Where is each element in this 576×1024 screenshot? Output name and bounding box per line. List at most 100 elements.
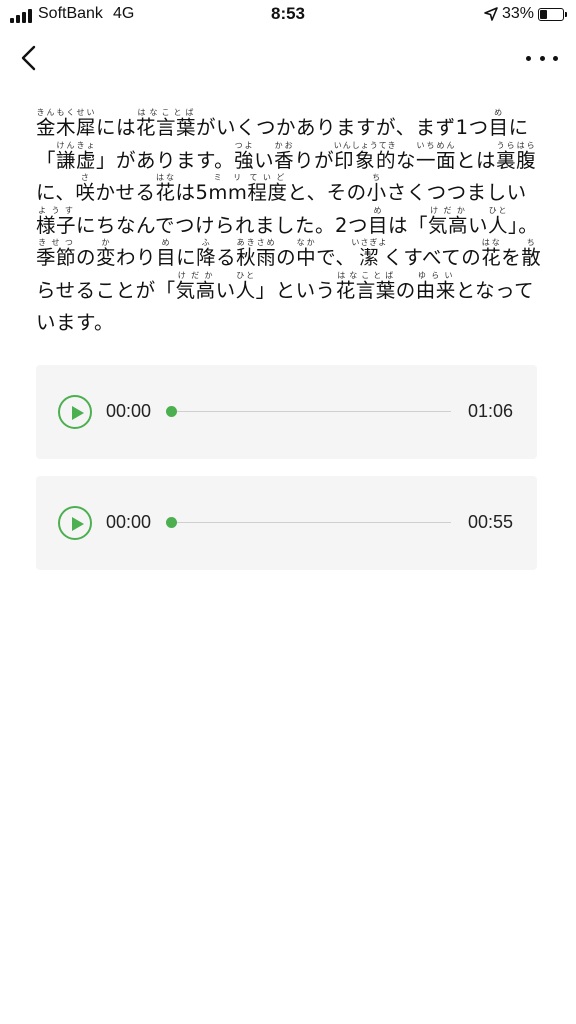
furigana: さ bbox=[75, 173, 96, 182]
play-icon[interactable] bbox=[58, 395, 92, 429]
furigana: はなことば bbox=[335, 270, 396, 280]
text-run: 「 bbox=[407, 213, 428, 237]
ruby-word: 人ひと bbox=[235, 270, 256, 302]
status-bar: SoftBank 4G 8:53 33% bbox=[0, 0, 576, 32]
furigana: いさぎよ bbox=[351, 238, 388, 247]
text-run: に bbox=[176, 246, 197, 269]
ellipsis-icon bbox=[526, 55, 531, 61]
back-button[interactable] bbox=[14, 42, 46, 74]
ruby-word: 気高けだか bbox=[175, 270, 216, 302]
text-run: さくつつ bbox=[386, 181, 467, 204]
current-time: 00:00 bbox=[106, 512, 152, 532]
furigana: けだか bbox=[175, 270, 216, 280]
nav-bar bbox=[0, 36, 576, 80]
ruby-word: 変か bbox=[96, 238, 117, 269]
furigana: ようす bbox=[36, 205, 76, 215]
ruby-word: 花言葉はなことば bbox=[136, 108, 197, 139]
audio-player: 00:00 01:06 bbox=[36, 365, 537, 459]
furigana: め bbox=[488, 108, 509, 117]
current-time: 00:00 bbox=[106, 401, 152, 421]
text-run: 「 bbox=[36, 148, 57, 172]
furigana: はな bbox=[155, 173, 176, 182]
ruby-word: 印象的いんしょうてき bbox=[333, 140, 397, 172]
text-run: に、 bbox=[36, 181, 76, 204]
text-run: の bbox=[276, 246, 297, 269]
furigana: ひと bbox=[488, 205, 509, 215]
furigana: うらはら bbox=[496, 140, 537, 150]
text-run: ましい bbox=[466, 181, 527, 204]
furigana: はな bbox=[481, 238, 502, 247]
article-paragraph: 金木犀きんもくせいには花言葉はなことばがいくつかありますが、まず1つ目めに「謙虚… bbox=[36, 108, 542, 340]
ruby-word: 目め bbox=[367, 205, 388, 237]
progress-knob[interactable] bbox=[166, 406, 177, 417]
furigana: ミリ bbox=[208, 173, 248, 182]
ruby-word: 金木犀きんもくせい bbox=[36, 108, 97, 139]
text-run: を bbox=[501, 246, 522, 269]
ruby-word: mmミリ bbox=[208, 173, 248, 204]
furigana: はなことば bbox=[136, 108, 197, 117]
location-arrow-icon bbox=[484, 7, 498, 21]
text-run: がいくつかありますが、まず1つ bbox=[196, 116, 489, 139]
ruby-word: 秋雨あきさめ bbox=[236, 238, 277, 269]
furigana: め bbox=[156, 238, 177, 247]
ruby-word: 裏腹うらはら bbox=[496, 140, 537, 172]
furigana: かお bbox=[274, 140, 295, 150]
ruby-word: 目め bbox=[156, 238, 177, 269]
ruby-word: 中なか bbox=[296, 238, 317, 269]
furigana: か bbox=[96, 238, 117, 247]
ruby-word: 潔いさぎよ bbox=[351, 238, 388, 269]
furigana: けんきょ bbox=[56, 140, 97, 150]
text-run: い bbox=[254, 148, 275, 172]
battery-icon bbox=[538, 7, 567, 21]
text-run: の bbox=[395, 278, 416, 302]
furigana: ち bbox=[521, 238, 542, 247]
ruby-word: 由来ゆらい bbox=[415, 270, 456, 302]
furigana: ていど bbox=[247, 173, 288, 182]
ruby-word: 香かお bbox=[274, 140, 295, 172]
text-run: とは bbox=[456, 148, 497, 172]
progress-track[interactable] bbox=[166, 406, 451, 417]
furigana: きせつ bbox=[36, 238, 76, 247]
text-run: で、 bbox=[316, 246, 356, 269]
text-run: い bbox=[468, 213, 489, 237]
chevron-left-icon bbox=[21, 45, 36, 71]
ruby-word: 季節きせつ bbox=[36, 238, 77, 269]
furigana: ゆらい bbox=[415, 270, 456, 280]
audio-player: 00:00 00:55 bbox=[36, 476, 537, 570]
furigana: あきさめ bbox=[236, 238, 277, 247]
furigana: いんしょうてき bbox=[333, 140, 397, 150]
text-run: りが bbox=[294, 148, 335, 172]
furigana: けだか bbox=[428, 205, 468, 215]
text-run: くすべての bbox=[383, 246, 482, 269]
ruby-word: 謙虚けんきょ bbox=[56, 140, 97, 172]
play-icon[interactable] bbox=[58, 506, 92, 540]
ruby-word: 花言葉はなことば bbox=[335, 270, 396, 302]
furigana: なか bbox=[296, 238, 317, 247]
progress-knob[interactable] bbox=[166, 517, 177, 528]
text-run: の bbox=[76, 246, 97, 269]
ruby-word: 一面いちめん bbox=[416, 140, 457, 172]
ruby-word: 程度ていど bbox=[247, 173, 288, 204]
text-run: らせることが「 bbox=[36, 278, 176, 302]
text-run: る bbox=[216, 246, 237, 269]
battery-level bbox=[540, 9, 548, 19]
more-options-button[interactable] bbox=[526, 46, 558, 70]
ruby-word: 散ち bbox=[521, 238, 542, 269]
ruby-word: 様子ようす bbox=[36, 205, 77, 237]
article-content: 金木犀きんもくせいには花言葉はなことばがいくつかありますが、まず1つ目めに「謙虚… bbox=[36, 108, 542, 340]
ruby-word: 降ふ bbox=[196, 238, 217, 269]
text-run: な bbox=[396, 148, 417, 172]
status-right: 33% bbox=[484, 5, 567, 23]
ruby-word: 小ち bbox=[366, 173, 387, 204]
ruby-word: 花はな bbox=[155, 173, 176, 204]
ruby-word: 強つよ bbox=[234, 140, 255, 172]
text-run: は5 bbox=[175, 181, 209, 204]
ruby-word: 人ひと bbox=[488, 205, 509, 237]
text-run: 」があります。 bbox=[96, 148, 235, 172]
text-run: にちなんでつけられました。2つ bbox=[76, 213, 368, 237]
text-run: には bbox=[96, 116, 137, 139]
progress-track[interactable] bbox=[166, 517, 451, 528]
duration: 00:55 bbox=[467, 512, 513, 532]
text-run: 」。 bbox=[508, 213, 539, 237]
ruby-word: 気高けだか bbox=[428, 205, 469, 237]
